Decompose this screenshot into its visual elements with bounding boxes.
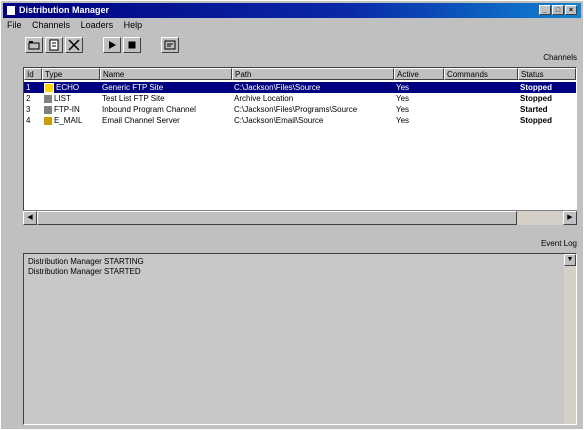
channel-type-icon: [44, 105, 52, 114]
menu-file[interactable]: File: [3, 19, 26, 32]
cell-name: Inbound Program Channel: [102, 105, 196, 114]
cell-name: Email Channel Server: [102, 116, 180, 125]
log-line: Distribution Manager STARTING: [28, 257, 144, 266]
horizontal-scrollbar[interactable]: ◀ ▶: [23, 210, 577, 225]
cell-commands: [444, 104, 518, 115]
scroll-down-icon[interactable]: ▼: [564, 254, 576, 266]
play-icon: [109, 41, 116, 49]
delete-icon: [68, 39, 80, 51]
cell-name: Generic FTP Site: [102, 83, 164, 92]
cell-active: Yes: [396, 116, 410, 125]
cell-id: 3: [26, 105, 31, 114]
scroll-left-icon[interactable]: ◀: [23, 211, 37, 225]
open-button[interactable]: [25, 37, 43, 53]
cell-type: LIST: [42, 93, 100, 104]
title-bar[interactable]: Distribution Manager _ □ ×: [3, 3, 581, 18]
cell-name: Test List FTP Site: [102, 94, 165, 103]
app-window: Distribution Manager _ □ × File Channels…: [0, 0, 584, 430]
cell-status: Stopped: [520, 94, 552, 103]
table-row[interactable]: 3 FTP-IN Inbound Program Channel C:\Jack…: [24, 104, 576, 115]
cell-active: Yes: [396, 105, 410, 114]
table-row[interactable]: 1 ECHO Generic FTP Site C:\Jackson\Files…: [24, 82, 576, 93]
channel-type-icon: [44, 94, 52, 103]
vertical-scrollbar[interactable]: ▲ ▼: [564, 254, 576, 424]
maximize-button[interactable]: □: [552, 5, 564, 15]
view-icon: [164, 40, 176, 50]
cell-id: 4: [26, 116, 31, 125]
open-icon: [28, 41, 40, 50]
cell-path: C:\Jackson\Email\Source: [234, 116, 324, 125]
cell-id: 1: [26, 83, 31, 92]
col-status-header[interactable]: Status: [518, 68, 576, 80]
menu-bar: File Channels Loaders Help: [3, 19, 581, 32]
cell-id: 2: [26, 94, 31, 103]
cell-path: Archive Location: [234, 94, 294, 103]
menu-loaders[interactable]: Loaders: [77, 19, 118, 32]
cell-type: ECHO: [42, 82, 100, 93]
channels-section-label: Channels: [543, 53, 577, 62]
log-line: Distribution Manager STARTED: [28, 267, 141, 276]
play-button[interactable]: [103, 37, 121, 53]
app-icon: [7, 6, 15, 15]
cell-path: C:\Jackson\Files\Source: [234, 83, 321, 92]
stop-button[interactable]: [123, 37, 141, 53]
table-header: Id Type Name Path Active Commands Status: [24, 68, 576, 80]
col-path-header[interactable]: Path: [232, 68, 394, 80]
properties-button[interactable]: [45, 37, 63, 53]
cell-status: Started: [520, 105, 548, 114]
cell-active: Yes: [396, 94, 410, 103]
stop-icon: [128, 41, 136, 49]
cell-commands: [444, 115, 518, 126]
event-log-label: Event Log: [540, 239, 577, 248]
col-commands-header[interactable]: Commands: [444, 68, 518, 80]
cell-type: FTP-IN: [42, 104, 100, 115]
window-title: Distribution Manager: [19, 5, 110, 15]
minimize-button[interactable]: _: [539, 5, 551, 15]
menu-channels[interactable]: Channels: [28, 19, 74, 32]
cell-status: Stopped: [520, 116, 552, 125]
cell-commands: [444, 82, 518, 93]
channel-type-icon: [44, 82, 54, 93]
view-button[interactable]: [161, 37, 179, 53]
col-name-header[interactable]: Name: [100, 68, 232, 80]
channel-type-icon: [44, 116, 52, 125]
col-active-header[interactable]: Active: [394, 68, 444, 80]
table-row[interactable]: 2 LIST Test List FTP Site Archive Locati…: [24, 93, 576, 104]
cell-path: C:\Jackson\Files\Programs\Source: [234, 105, 358, 114]
scroll-thumb[interactable]: [37, 211, 517, 225]
cell-commands: [444, 93, 518, 104]
menu-help[interactable]: Help: [120, 19, 147, 32]
close-button[interactable]: ×: [565, 5, 577, 15]
event-log[interactable]: Distribution Manager STARTING Distributi…: [23, 253, 577, 425]
col-id-header[interactable]: Id: [24, 68, 42, 80]
col-type-header[interactable]: Type: [42, 68, 100, 80]
scroll-right-icon[interactable]: ▶: [563, 211, 577, 225]
toolbar: [3, 35, 581, 57]
channels-table: Id Type Name Path Active Commands Status…: [23, 67, 577, 225]
table-row[interactable]: 4 E_MAIL Email Channel Server C:\Jackson…: [24, 115, 576, 126]
cell-type: E_MAIL: [42, 115, 100, 126]
cell-status: Stopped: [520, 83, 552, 92]
properties-icon: [49, 39, 59, 51]
delete-button[interactable]: [65, 37, 83, 53]
cell-active: Yes: [396, 83, 410, 92]
